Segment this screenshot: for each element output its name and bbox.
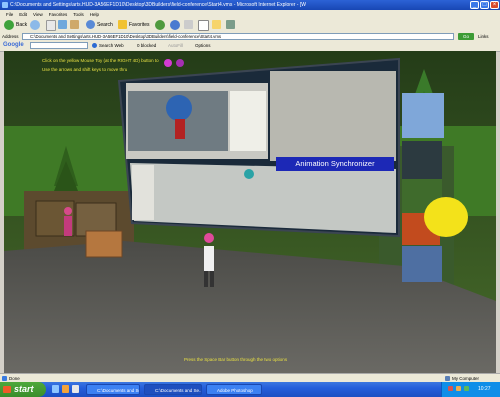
popup-blocked-button[interactable]: 0 blocked: [137, 43, 156, 48]
address-label: Address: [2, 34, 19, 39]
avatar[interactable]: [204, 246, 214, 271]
computer-icon: [445, 376, 450, 381]
quicklaunch-media-icon[interactable]: [62, 385, 69, 393]
app-panel-right: [270, 71, 396, 161]
favorites-icon[interactable]: [118, 20, 127, 29]
menu-file[interactable]: File: [6, 12, 13, 17]
search-label[interactable]: Search: [97, 22, 113, 28]
home-icon[interactable]: [70, 20, 79, 29]
history-icon[interactable]: [170, 20, 180, 30]
maximize-button[interactable]: □: [480, 1, 489, 9]
window-title: C:\Documents and Settings\arts.HUD-3A56E…: [10, 2, 306, 8]
address-input[interactable]: C:\Documents and Settings\arts.HUD-3A56E…: [22, 33, 454, 40]
tray-icon[interactable]: [448, 386, 453, 391]
page-icon: [2, 376, 7, 381]
stop-icon[interactable]: [46, 20, 56, 31]
print-icon[interactable]: [198, 20, 209, 31]
media-icon[interactable]: [155, 20, 165, 30]
picture-panel[interactable]: [402, 246, 442, 282]
crate: [85, 230, 123, 258]
messenger-icon[interactable]: [226, 20, 235, 29]
clock: 10:27: [478, 386, 491, 392]
favorites-label[interactable]: Favorites: [129, 22, 150, 28]
google-search-icon[interactable]: [92, 43, 97, 48]
menu-favorites[interactable]: Favorites: [49, 12, 68, 17]
links-label[interactable]: Links: [478, 34, 489, 39]
tray-icon[interactable]: [464, 386, 469, 391]
options-button[interactable]: Options: [195, 43, 211, 48]
task-button-active[interactable]: C:\Documents and Se...: [144, 384, 202, 395]
menu-edit[interactable]: Edit: [19, 12, 27, 17]
animation-editor-window: [130, 163, 396, 233]
back-label[interactable]: Back: [16, 22, 27, 28]
picture-panel[interactable]: [402, 93, 444, 138]
yellow-mouse-toy[interactable]: [424, 197, 468, 237]
status-done: Done: [9, 376, 20, 381]
taskbar: start C:\Documents and Se... C:\Document…: [0, 382, 500, 397]
3d-scene: [4, 51, 496, 373]
timeline-marker: [244, 169, 254, 179]
purple-toy-button[interactable]: [176, 59, 184, 67]
instruction-text-bottom: Press the Space Bar button through the t…: [184, 357, 288, 362]
close-button[interactable]: ×: [490, 1, 499, 9]
instruction-text-top-2: Use the arrows and shift keys to move th…: [42, 67, 128, 72]
task-button[interactable]: C:\Documents and Se...: [86, 384, 140, 395]
refresh-icon[interactable]: [58, 20, 67, 29]
windows-logo-icon: [3, 386, 11, 393]
picture-panel[interactable]: [402, 141, 442, 179]
purple-toy-button[interactable]: [164, 59, 172, 67]
system-tray: 10:27: [441, 382, 500, 397]
menu-help[interactable]: Help: [90, 12, 99, 17]
toolbar: Back Search Favorites: [0, 18, 500, 33]
title-bar: C:\Documents and Settings\arts.HUD-3A56E…: [0, 0, 500, 10]
quicklaunch-ie-icon[interactable]: [52, 385, 59, 393]
google-logo: Google: [3, 42, 24, 48]
autofill-button[interactable]: AutoFill: [168, 43, 183, 48]
tray-icon[interactable]: [456, 386, 461, 391]
mail-icon[interactable]: [184, 20, 193, 29]
folder-icon[interactable]: [212, 20, 221, 29]
google-search-input[interactable]: [30, 42, 88, 49]
search-web-button[interactable]: Search Web: [99, 43, 124, 48]
start-label: start: [14, 384, 34, 394]
go-button[interactable]: Go: [458, 33, 474, 40]
minimize-button[interactable]: _: [470, 1, 479, 9]
avatar-head: [166, 95, 192, 121]
animation-synchronizer-label: Animation Synchronizer: [276, 157, 394, 171]
instruction-text-top-1: Click on the yellow Mouse Toy (at the RI…: [42, 58, 159, 63]
status-zone: My Computer: [452, 376, 480, 381]
forward-icon[interactable]: [30, 20, 40, 30]
back-icon[interactable]: [4, 20, 14, 30]
menu-tools[interactable]: Tools: [73, 12, 84, 17]
task-button[interactable]: Adobe Photoshop: [206, 384, 262, 395]
menu-view[interactable]: View: [33, 12, 43, 17]
ie-icon: [2, 2, 8, 8]
search-icon[interactable]: [86, 20, 95, 29]
3d-viewport[interactable]: Click on the yellow Mouse Toy (at the RI…: [4, 51, 496, 373]
avatar[interactable]: [64, 216, 72, 236]
quicklaunch-desktop-icon[interactable]: [72, 385, 79, 393]
